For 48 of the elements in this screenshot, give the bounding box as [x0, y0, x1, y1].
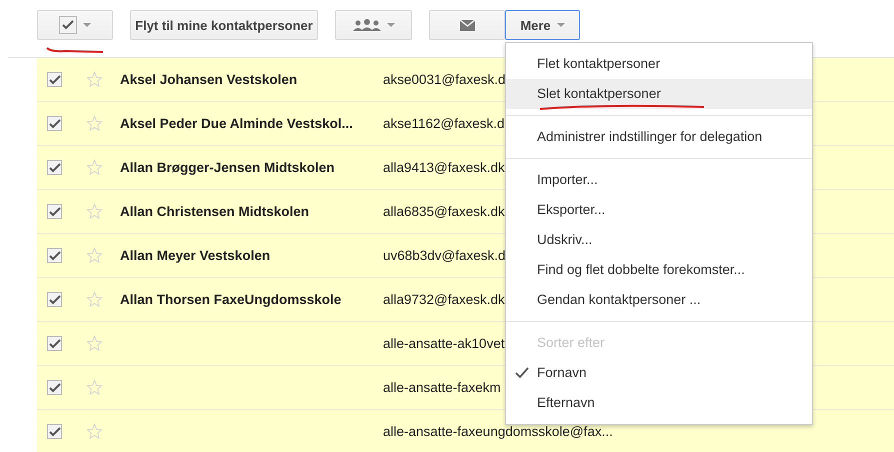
- star-icon[interactable]: [86, 335, 103, 352]
- star-icon[interactable]: [86, 423, 103, 440]
- contact-name: Allan Thorsen FaxeUngdomsskole: [120, 292, 342, 307]
- more-button[interactable]: Mere: [505, 10, 580, 40]
- menu-item[interactable]: Gendan kontaktpersoner ...: [506, 285, 812, 315]
- contact-name: Aksel Johansen Vestskolen: [120, 72, 298, 87]
- star-icon[interactable]: [86, 71, 103, 88]
- contact-name: Allan Christensen Midtskolen: [120, 204, 310, 219]
- star-icon[interactable]: [86, 115, 103, 132]
- caret-icon: [83, 23, 91, 27]
- check-icon: [515, 367, 529, 378]
- checkbox[interactable]: [59, 16, 77, 34]
- groups-button[interactable]: [335, 10, 412, 40]
- row-checkbox[interactable]: [47, 424, 62, 439]
- contact-email: alle-ansatte-faxeungdomsskole@fax...: [383, 424, 613, 439]
- star-icon[interactable]: [86, 159, 103, 176]
- email-button[interactable]: [429, 10, 505, 40]
- people-icon: [352, 19, 380, 31]
- contact-name: Allan Brøgger-Jensen Midtskolen: [120, 160, 335, 175]
- row-checkbox[interactable]: [47, 72, 62, 87]
- contact-email: alla9732@faxesk.dk: [383, 292, 505, 307]
- star-icon[interactable]: [86, 203, 103, 220]
- menu-item[interactable]: Eksporter...: [506, 195, 812, 225]
- row-checkbox[interactable]: [47, 160, 62, 175]
- row-checkbox[interactable]: [47, 380, 62, 395]
- row-checkbox[interactable]: [47, 116, 62, 131]
- caret-icon: [556, 23, 565, 27]
- caret-icon: [386, 23, 394, 27]
- star-icon[interactable]: [86, 247, 103, 264]
- contact-email: akse0031@faxesk.d: [383, 72, 506, 87]
- contact-email: uv68b3dv@faxesk.d: [383, 248, 506, 263]
- contact-name: Allan Meyer Vestskolen: [120, 248, 270, 263]
- row-checkbox[interactable]: [47, 248, 62, 263]
- row-checkbox[interactable]: [47, 204, 62, 219]
- row-checkbox[interactable]: [47, 336, 62, 351]
- star-icon[interactable]: [86, 379, 103, 396]
- menu-header: Sorter efter: [536, 334, 606, 352]
- contact-email: alle-ansatte-ak10vet: [383, 336, 505, 351]
- contact-email: akse1162@faxesk.d: [383, 116, 505, 131]
- star-icon[interactable]: [86, 291, 103, 308]
- contact-email: alla9413@faxesk.dk: [383, 160, 505, 175]
- envelope-icon: [460, 20, 474, 30]
- contact-email: alla6835@faxesk.dk: [383, 204, 505, 219]
- row-checkbox[interactable]: [47, 292, 62, 307]
- move-button[interactable]: Flyt til mine kontaktpersoner: [130, 10, 318, 40]
- contact-email: alle-ansatte-faxekm: [383, 380, 501, 395]
- contact-name: Aksel Peder Due Alminde Vestskol...: [120, 116, 353, 131]
- menu-item[interactable]: Slet kontaktpersoner: [506, 79, 812, 109]
